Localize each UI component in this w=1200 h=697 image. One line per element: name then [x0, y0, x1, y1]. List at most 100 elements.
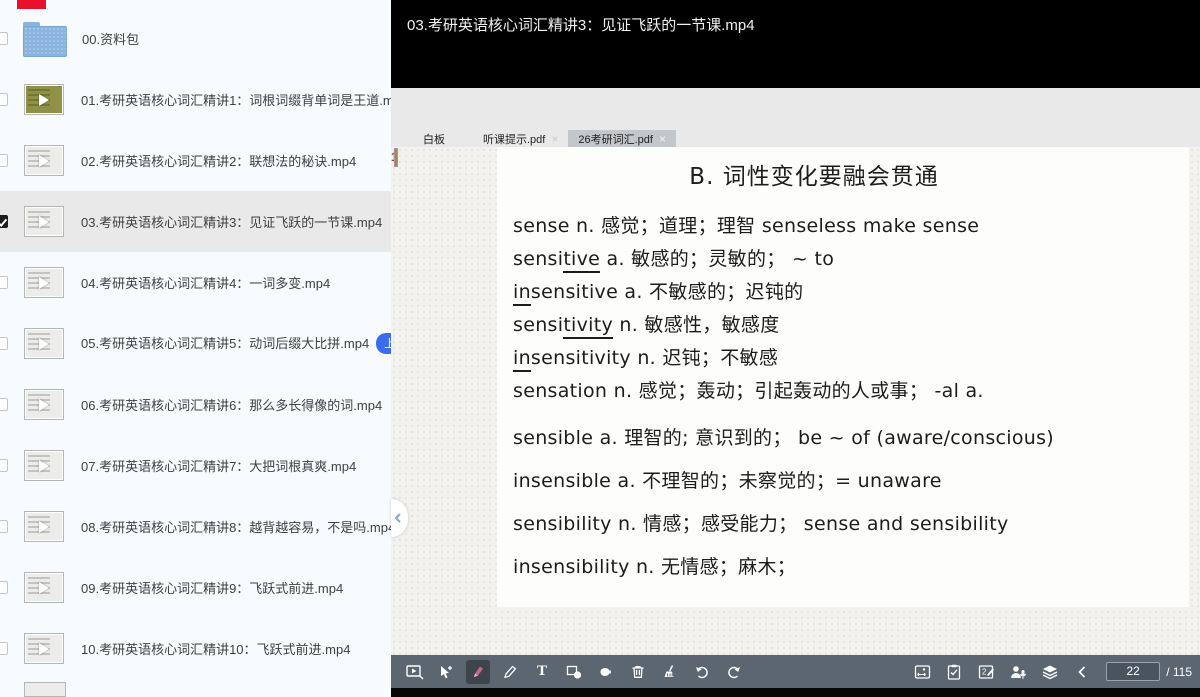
play-icon — [39, 643, 49, 655]
vocab-line: insensibility n. 无情感；麻木； — [513, 538, 1175, 581]
video-title: 03.考研英语核心词汇精讲3：见证飞跃的一节课.mp4 — [407, 14, 755, 35]
file-list: 00.资料包 01.考研英语核心词汇精讲1：词根词缀背单词是王道.mp4 02.… — [0, 8, 391, 679]
checkbox[interactable] — [0, 642, 8, 655]
file-name: 03.考研英语核心词汇精讲3：见证飞跃的一节课.mp4 — [81, 212, 382, 231]
play-icon — [39, 460, 49, 472]
play-icon — [39, 521, 49, 533]
laser-pointer-icon[interactable] — [594, 660, 618, 684]
checkbox[interactable] — [0, 93, 8, 106]
vocab-line: insensible a. 不理智的；未察觉的；= unaware — [513, 452, 1175, 495]
play-icon — [39, 582, 49, 594]
clear-broom-icon[interactable] — [658, 660, 682, 684]
list-item-07[interactable]: 07.考研英语核心词汇精讲7：大把词根真爽.mp4 — [0, 435, 391, 496]
list-item-09[interactable]: 09.考研英语核心词汇精讲9：飞跃式前进.mp4 — [0, 557, 391, 618]
collapse-sidebar-button[interactable] — [391, 499, 408, 537]
task-clipboard-icon[interactable] — [942, 660, 966, 684]
vocab-line: insensitive a. 不敏感的；迟钝的 — [513, 277, 1175, 310]
list-item-06[interactable]: 06.考研英语核心词汇精讲6：那么多长得像的词.mp4 — [0, 374, 391, 435]
video-thumbnail — [24, 511, 64, 542]
file-list-sidebar: 00.资料包 01.考研英语核心词汇精讲1：词根词缀背单词是王道.mp4 02.… — [0, 0, 391, 697]
video-thumbnail — [24, 267, 64, 298]
pages-stack-icon[interactable] — [1038, 660, 1062, 684]
file-name: 04.考研英语核心词汇精讲4：一词多变.mp4 — [81, 273, 330, 292]
file-name: 07.考研英语核心词汇精讲7：大把词根真爽.mp4 — [81, 456, 356, 475]
checkbox[interactable] — [0, 581, 8, 594]
player-sub-header — [391, 88, 1200, 130]
select-cursor-icon[interactable] — [434, 660, 458, 684]
document-tabbar: 白板 听课提示.pdf × 26考研词汇.pdf × — [391, 130, 1200, 147]
slides-play-icon[interactable] — [402, 660, 426, 684]
prev-page-icon[interactable] — [1070, 660, 1094, 684]
checkbox[interactable] — [0, 32, 8, 45]
checkbox[interactable] — [0, 154, 8, 167]
player-panel: 03.考研英语核心词汇精讲3：见证飞跃的一节课.mp4 白板 听课提示.pdf … — [391, 0, 1200, 697]
file-name: 10.考研英语核心词汇精讲10：飞跃式前进.mp4 — [81, 639, 350, 658]
list-item-04[interactable]: 04.考研英语核心词汇精讲4：一词多变.mp4 — [0, 252, 391, 313]
tab-whiteboard[interactable]: 白板 — [391, 130, 473, 147]
page-total-label: / 115 — [1166, 665, 1192, 679]
undo-icon[interactable] — [690, 660, 714, 684]
file-name: 08.考研英语核心词汇精讲8：越背越容易，不是吗.mp4 — [81, 517, 391, 536]
checkbox[interactable] — [0, 459, 8, 472]
shapes-icon[interactable] — [562, 660, 586, 684]
svg-text:2: 2 — [982, 667, 987, 676]
list-item-10[interactable]: 10.考研英语核心词汇精讲10：飞跃式前进.mp4 — [0, 618, 391, 679]
checkbox[interactable] — [0, 398, 8, 411]
video-thumbnail — [24, 450, 64, 481]
play-icon — [39, 216, 49, 228]
video-thumbnail — [24, 572, 64, 603]
checkbox[interactable] — [0, 276, 8, 289]
video-thumbnail — [24, 145, 64, 176]
file-name: 06.考研英语核心词汇精讲6：那么多长得像的词.mp4 — [81, 395, 382, 414]
list-item-02[interactable]: 02.考研英语核心词汇精讲2：联想法的秘诀.mp4 — [0, 130, 391, 191]
page-number-input[interactable]: 22 — [1106, 662, 1160, 681]
video-thumbnail — [24, 328, 64, 359]
list-item-05[interactable]: 05.考研英语核心词汇精讲5：动词后缀大比拼.mp4上次 — [0, 313, 391, 374]
text-tool-icon[interactable]: T — [530, 660, 554, 684]
video-thumbnail — [24, 84, 64, 115]
play-icon — [39, 399, 49, 411]
file-name: 02.考研英语核心词汇精讲2：联想法的秘诀.mp4 — [81, 151, 356, 170]
score-pen-icon[interactable]: 2 — [974, 660, 998, 684]
folder-icon — [23, 22, 65, 55]
file-name: 00.资料包 — [82, 29, 139, 48]
tab-listening-tips-pdf[interactable]: 听课提示.pdf × — [473, 130, 568, 147]
trash-icon[interactable] — [626, 660, 650, 684]
pen-tool-active-icon[interactable] — [466, 660, 490, 684]
redo-icon[interactable] — [722, 660, 746, 684]
video-thumbnail — [24, 633, 64, 664]
video-course-app: 00.资料包 01.考研英语核心词汇精讲1：词根词缀背单词是王道.mp4 02.… — [0, 0, 1200, 697]
play-icon — [39, 155, 49, 167]
vocab-line: sense n. 感觉；道理；理智 senseless make sense — [513, 211, 1175, 244]
video-thumbnail — [24, 206, 64, 237]
list-item-01[interactable]: 01.考研英语核心词汇精讲1：词根词缀背单词是王道.mp4 — [0, 69, 391, 130]
list-item-08[interactable]: 08.考研英语核心词汇精讲8：越背越容易，不是吗.mp4 — [0, 496, 391, 557]
file-name: 09.考研英语核心词汇精讲9：飞跃式前进.mp4 — [81, 578, 343, 597]
file-name: 01.考研英语核心词汇精讲1：词根词缀背单词是王道.mp4 — [81, 90, 391, 109]
checkbox-checked[interactable] — [0, 215, 8, 228]
slide-title: B. 词性变化要融会贯通 — [513, 157, 1115, 191]
participants-mic-icon[interactable] — [1006, 660, 1030, 684]
file-name: 05.考研英语核心词汇精讲5：动词后缀大比拼.mp4上次 — [81, 333, 391, 354]
play-icon — [39, 338, 49, 350]
page-navigation: 22 / 115 — [1106, 662, 1192, 681]
chevron-left-icon — [392, 512, 404, 524]
vocab-line: sensitive a. 敏感的；灵敏的； ~ to — [513, 244, 1175, 277]
checkbox[interactable] — [0, 337, 8, 350]
pencil-icon[interactable] — [498, 660, 522, 684]
close-tab-icon[interactable]: × — [551, 133, 558, 145]
list-item-03-selected[interactable]: 03.考研英语核心词汇精讲3：见证飞跃的一节课.mp4 — [0, 191, 391, 252]
vocab-line: sensibility n. 情感；感受能力； sense and sensib… — [513, 495, 1175, 538]
partial-next-thumbnail — [24, 682, 66, 697]
whiteboard-area: 1 B. 词性变化要融会贯通 sense n. 感觉；道理；理智 sensele… — [391, 147, 1200, 655]
tab-vocab-pdf-active[interactable]: 26考研词汇.pdf × — [568, 130, 676, 147]
close-tab-icon[interactable]: × — [659, 133, 666, 145]
scrollbar-thumb[interactable] — [394, 148, 398, 167]
list-item-00-folder[interactable]: 00.资料包 — [0, 8, 391, 69]
pdf-page: B. 词性变化要融会贯通 sense n. 感觉；道理；理智 senseless… — [497, 147, 1189, 607]
bottom-black-strip — [391, 688, 1200, 697]
video-thumbnail — [24, 389, 64, 420]
play-icon — [39, 94, 49, 106]
checkbox[interactable] — [0, 520, 8, 533]
eraser-size-icon[interactable] — [910, 660, 934, 684]
